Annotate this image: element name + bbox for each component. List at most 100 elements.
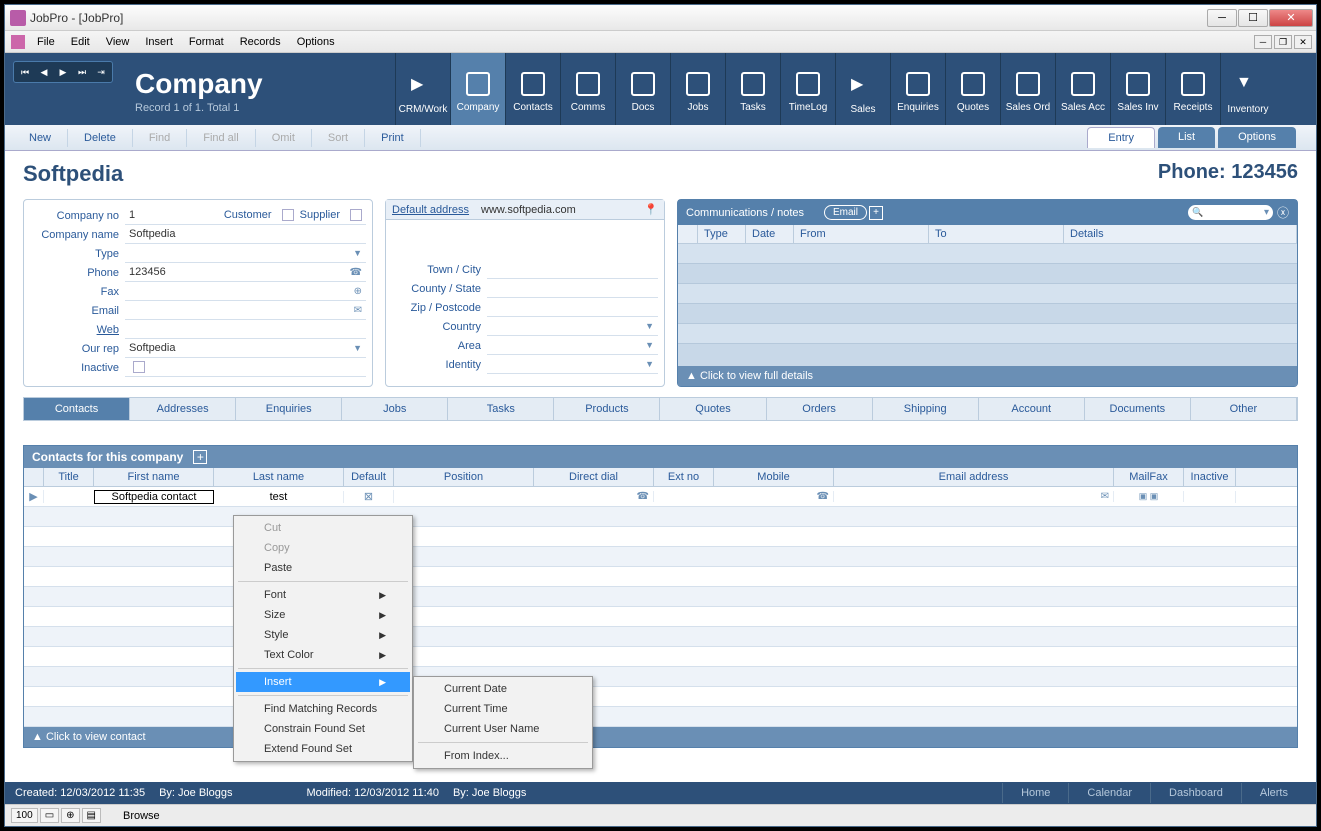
- status-dashboard-button[interactable]: Dashboard: [1150, 783, 1241, 803]
- col-lastname[interactable]: Last name: [214, 468, 344, 486]
- comm-add-button[interactable]: +: [869, 206, 883, 220]
- company-no-field[interactable]: 1Customer Supplier: [125, 207, 366, 225]
- menu-style[interactable]: Style▶: [236, 625, 410, 645]
- nav-inventory[interactable]: ▼Inventory: [1220, 53, 1275, 125]
- menu-options[interactable]: Options: [289, 33, 343, 51]
- col-position[interactable]: Position: [394, 468, 534, 486]
- col-firstname[interactable]: First name: [94, 468, 214, 486]
- comm-col-type[interactable]: Type: [698, 225, 746, 244]
- prev-record-button[interactable]: ◀: [35, 64, 53, 80]
- new-button[interactable]: New: [13, 129, 68, 147]
- default-address-value[interactable]: www.softpedia.com: [481, 204, 576, 216]
- sort-button[interactable]: Sort: [312, 129, 365, 147]
- zip-field[interactable]: [487, 299, 658, 317]
- mdi-restore-button[interactable]: ❐: [1274, 35, 1292, 49]
- contacts-footer-link[interactable]: ▲ Click to view contact: [24, 727, 1297, 747]
- cell-default[interactable]: ⊠: [344, 490, 394, 503]
- comm-col-to[interactable]: To: [929, 225, 1064, 244]
- col-title[interactable]: Title: [44, 468, 94, 486]
- menu-records[interactable]: Records: [232, 33, 289, 51]
- pin-icon[interactable]: 📍: [644, 203, 658, 216]
- customer-checkbox[interactable]: [282, 209, 294, 221]
- menu-constrain[interactable]: Constrain Found Set: [236, 719, 410, 739]
- submenu-from-index[interactable]: From Index...: [416, 746, 590, 766]
- cell-email[interactable]: ✉: [834, 491, 1114, 502]
- menu-find-matching[interactable]: Find Matching Records: [236, 699, 410, 719]
- last-record-button[interactable]: ⏭: [73, 64, 91, 80]
- area-field[interactable]: ▼: [487, 337, 658, 355]
- minimize-button[interactable]: ─: [1207, 9, 1237, 27]
- submenu-current-date[interactable]: Current Date: [416, 679, 590, 699]
- ourrep-field[interactable]: Softpedia▼: [125, 340, 366, 358]
- subtab-tasks[interactable]: Tasks: [448, 398, 554, 420]
- submenu-current-time[interactable]: Current Time: [416, 699, 590, 719]
- col-email[interactable]: Email address: [834, 468, 1114, 486]
- comm-col-date[interactable]: Date: [746, 225, 794, 244]
- status-home-button[interactable]: Home: [1002, 783, 1068, 803]
- close-button[interactable]: ✕: [1269, 9, 1313, 27]
- maximize-button[interactable]: ☐: [1238, 9, 1268, 27]
- find-button[interactable]: Find: [133, 129, 187, 147]
- subtab-addresses[interactable]: Addresses: [130, 398, 236, 420]
- cell-dial[interactable]: ☎: [534, 491, 654, 502]
- zoom-value[interactable]: 100: [11, 808, 38, 823]
- col-mailfax[interactable]: MailFax: [1114, 468, 1184, 486]
- menu-textcolor[interactable]: Text Color▶: [236, 645, 410, 665]
- col-extno[interactable]: Ext no: [654, 468, 714, 486]
- first-record-button[interactable]: ⏮: [16, 64, 34, 80]
- omit-button[interactable]: Omit: [256, 129, 312, 147]
- menu-font[interactable]: Font▶: [236, 585, 410, 605]
- phone-field[interactable]: 123456☎: [125, 264, 366, 282]
- default-address-link[interactable]: Default address: [392, 204, 469, 216]
- nav-receipts[interactable]: Receipts: [1165, 53, 1220, 125]
- zoom-in-button[interactable]: ⊕: [61, 808, 79, 823]
- supplier-checkbox[interactable]: [350, 209, 362, 221]
- table-row[interactable]: ▶ Softpedia contact test ⊠ ☎ ☎ ✉ ▣ ▣: [24, 487, 1297, 507]
- col-inactive[interactable]: Inactive: [1184, 468, 1236, 486]
- web-field[interactable]: [125, 321, 366, 339]
- nav-salesinv[interactable]: Sales Inv: [1110, 53, 1165, 125]
- nav-docs[interactable]: Docs: [615, 53, 670, 125]
- cell-inactive-checkbox[interactable]: [1184, 491, 1236, 503]
- county-field[interactable]: [487, 280, 658, 298]
- menu-paste[interactable]: Paste: [236, 558, 410, 578]
- contacts-add-button[interactable]: +: [193, 450, 207, 464]
- cell-mailfax[interactable]: ▣ ▣: [1114, 491, 1184, 502]
- comm-footer-link[interactable]: ▲ Click to view full details: [678, 366, 1297, 386]
- subtab-orders[interactable]: Orders: [767, 398, 873, 420]
- fax-field[interactable]: ⊕: [125, 283, 366, 301]
- nav-comms[interactable]: Comms: [560, 53, 615, 125]
- menu-extend[interactable]: Extend Found Set: [236, 739, 410, 759]
- cell-mobile[interactable]: ☎: [714, 491, 834, 502]
- nav-salesord[interactable]: Sales Ord: [1000, 53, 1055, 125]
- status-alerts-button[interactable]: Alerts: [1241, 783, 1306, 803]
- menu-insert-submenu[interactable]: Insert▶: [236, 672, 410, 692]
- subtab-contacts[interactable]: Contacts: [24, 398, 130, 420]
- mdi-minimize-button[interactable]: ─: [1254, 35, 1272, 49]
- nav-tasks[interactable]: Tasks: [725, 53, 780, 125]
- nav-company[interactable]: Company: [450, 53, 505, 125]
- print-button[interactable]: Print: [365, 129, 421, 147]
- country-field[interactable]: ▼: [487, 318, 658, 336]
- menu-copy[interactable]: Copy: [236, 538, 410, 558]
- comm-col-details[interactable]: Details: [1064, 225, 1297, 244]
- tab-list[interactable]: List: [1158, 127, 1215, 148]
- menu-insert[interactable]: Insert: [137, 33, 181, 51]
- menu-view[interactable]: View: [98, 33, 138, 51]
- nav-jobs[interactable]: Jobs: [670, 53, 725, 125]
- comm-search-input[interactable]: ▾: [1188, 205, 1273, 220]
- findall-button[interactable]: Find all: [187, 129, 255, 147]
- comm-col-from[interactable]: From: [794, 225, 929, 244]
- menu-size[interactable]: Size▶: [236, 605, 410, 625]
- mdi-close-button[interactable]: ✕: [1294, 35, 1312, 49]
- nav-salesacc[interactable]: Sales Acc: [1055, 53, 1110, 125]
- nav-sales[interactable]: ▶Sales: [835, 53, 890, 125]
- menu-format[interactable]: Format: [181, 33, 232, 51]
- nav-contacts[interactable]: Contacts: [505, 53, 560, 125]
- town-field[interactable]: [487, 261, 658, 279]
- email-field[interactable]: ✉: [125, 302, 366, 320]
- subtab-enquiries[interactable]: Enquiries: [236, 398, 342, 420]
- col-default[interactable]: Default: [344, 468, 394, 486]
- identity-field[interactable]: ▼: [487, 356, 658, 374]
- comm-email-badge[interactable]: Email: [824, 205, 867, 220]
